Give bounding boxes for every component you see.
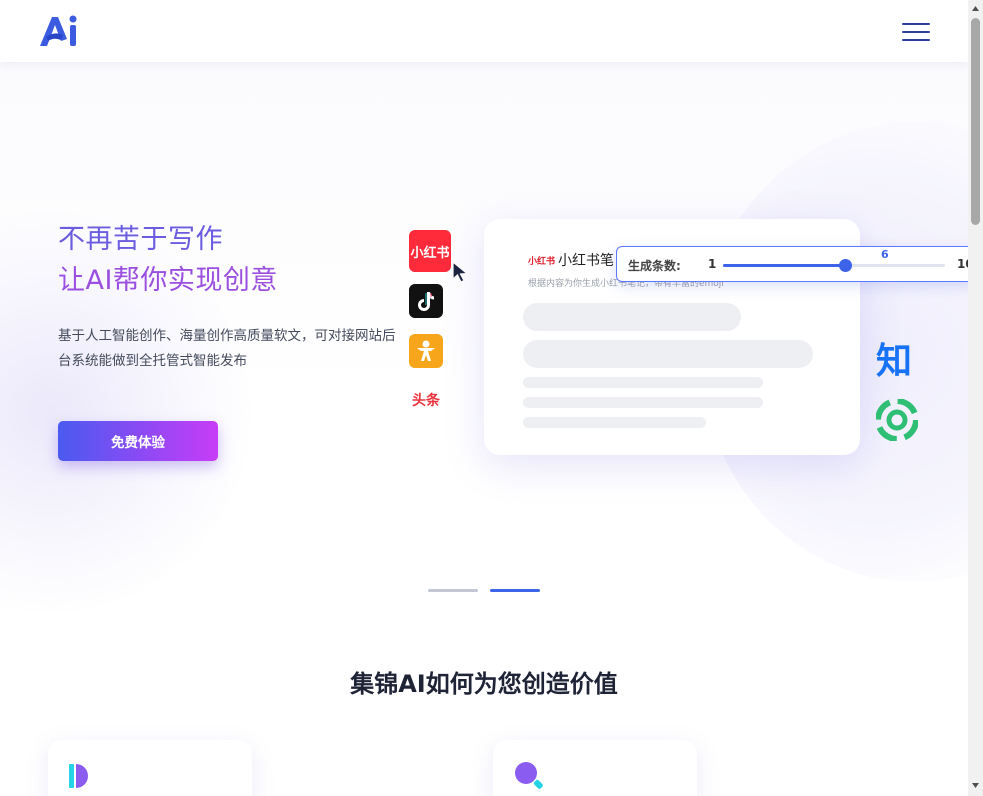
feature-card[interactable] (493, 740, 697, 796)
skeleton-line (523, 377, 763, 388)
skeleton-line (523, 417, 706, 428)
carousel-dot-2-active[interactable] (490, 589, 540, 592)
zhihu-icon[interactable]: 知 (876, 332, 912, 384)
xiaohongshu-icon[interactable]: 小红书 (409, 230, 451, 272)
slider-track[interactable] (723, 259, 945, 272)
hero-description: 基于人工智能创作、海量创作高质量软文，可对接网站后台系统能做到全托管式智能发布 (58, 328, 396, 369)
slider-thumb[interactable] (839, 259, 852, 272)
toutiao-label: 头条 (412, 393, 440, 409)
top-header (0, 0, 968, 62)
skeleton-line (523, 340, 813, 368)
douyin-note-icon (418, 292, 434, 311)
hero-title-line2: 让AI帮你实现创意 (58, 265, 278, 296)
slider-label: 生成条数: (628, 259, 681, 273)
chatgpt-icon[interactable] (876, 399, 918, 441)
card-title: 小红书笔 (558, 253, 614, 269)
ai-logo[interactable] (37, 13, 83, 49)
pie-chart-icon (69, 764, 88, 788)
skeleton-line (523, 397, 763, 408)
carousel-dot-1[interactable] (428, 589, 478, 592)
douyin-icon[interactable] (409, 284, 443, 318)
dianping-icon[interactable] (409, 334, 443, 368)
vertical-scrollbar[interactable] (968, 0, 983, 796)
slider-min: 1 (708, 257, 717, 271)
page: 不再苦于写作 让AI帮你实现创意 基于人工智能创作、海量创作高质量软文，可对接网… (0, 0, 968, 796)
xiaohongshu-tag: 小红书 (528, 257, 556, 267)
slider-value: 6 (881, 248, 889, 261)
hero-section: 不再苦于写作 让AI帮你实现创意 基于人工智能创作、海量创作高质量软文，可对接网… (0, 62, 968, 622)
feature-card[interactable] (48, 740, 252, 796)
mouse-cursor-icon (452, 260, 469, 283)
generate-count-slider-panel: 生成条数: 1 6 10 (616, 246, 968, 282)
xiaohongshu-label: 小红书 (410, 245, 450, 261)
section-title: 集锦AI如何为您创造价值 (350, 670, 618, 698)
hero-title-line1: 不再苦于写作 (58, 224, 223, 255)
search-icon (515, 762, 543, 789)
hamburger-menu-icon[interactable] (902, 22, 930, 42)
slider-fill (723, 264, 845, 267)
skeleton-line (523, 303, 741, 331)
scroll-up-arrow-icon[interactable] (971, 4, 980, 13)
toutiao-icon[interactable]: 头条 (409, 388, 443, 412)
free-trial-button[interactable]: 免费体验 (58, 421, 218, 461)
scrollbar-thumb[interactable] (971, 18, 980, 225)
slider-max: 10 (957, 257, 968, 271)
scroll-down-arrow-icon[interactable] (971, 781, 980, 790)
dianping-figure-icon (417, 340, 435, 361)
